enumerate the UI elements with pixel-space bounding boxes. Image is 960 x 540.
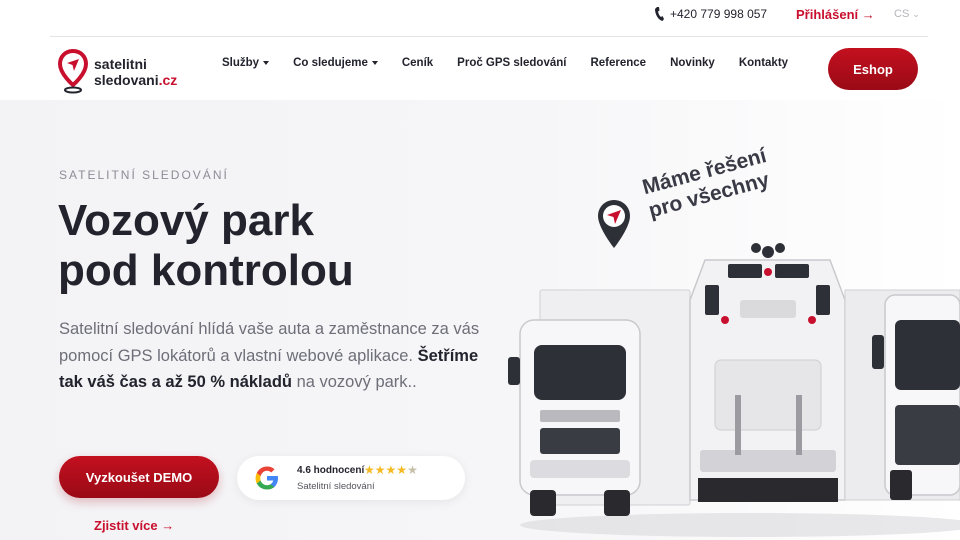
try-demo-button[interactable]: Vyzkoušet DEMO bbox=[59, 456, 219, 498]
hero-title-line1: Vozový park bbox=[58, 196, 314, 245]
login-link[interactable]: Přihlášení → bbox=[796, 7, 875, 22]
badge-pin-icon bbox=[598, 200, 630, 248]
nav-label: Služby bbox=[222, 57, 260, 69]
top-bar: +420 779 998 057 Přihlášení → CS ⌄ bbox=[0, 0, 960, 32]
star-icon: ★ bbox=[396, 463, 408, 477]
google-icon bbox=[255, 466, 278, 490]
google-rating-badge[interactable]: 4.6 hodnocení ★★★★★ Satelitní sledování bbox=[237, 456, 465, 500]
lead-text-2: na vozový park.. bbox=[291, 373, 417, 391]
rating-source: Satelitní sledování bbox=[297, 481, 375, 492]
rating-score: 4.6 hodnocení bbox=[297, 465, 365, 476]
language-label: CS bbox=[894, 8, 910, 20]
logo-tld: .cz bbox=[158, 72, 178, 88]
caret-down-icon bbox=[371, 61, 378, 65]
hero-section: SATELITNÍ SLEDOVÁNÍ Vozový park pod kont… bbox=[0, 100, 960, 540]
phone-link[interactable]: +420 779 998 057 bbox=[655, 7, 767, 21]
nav-item-cenik[interactable]: Ceník bbox=[402, 57, 433, 69]
hero-title-line2: pod kontrolou bbox=[58, 246, 354, 295]
logo-text: satelitni sledovani.cz bbox=[94, 56, 177, 88]
fleet-illustration bbox=[508, 243, 960, 537]
learn-more-link[interactable]: Zjistit více → bbox=[94, 518, 174, 533]
nav-label: Co sledujeme bbox=[293, 57, 368, 69]
hero-title: Vozový park pod kontrolou bbox=[58, 196, 478, 296]
chevron-down-icon: ⌄ bbox=[912, 9, 920, 19]
eshop-button[interactable]: Eshop bbox=[828, 48, 918, 90]
star-icon: ★ bbox=[364, 463, 375, 477]
star-half-icon: ★ bbox=[407, 463, 418, 477]
star-icon: ★ bbox=[374, 463, 386, 477]
logo-line1: satelitni bbox=[94, 56, 147, 72]
nav-item-proc-gps[interactable]: Proč GPS sledování bbox=[457, 57, 566, 69]
nav-item-reference[interactable]: Reference bbox=[590, 57, 646, 69]
phone-number: +420 779 998 057 bbox=[670, 7, 768, 21]
hero-eyebrow: SATELITNÍ SLEDOVÁNÍ bbox=[59, 168, 229, 182]
nav-item-sluzby[interactable]: Služby bbox=[222, 57, 270, 69]
main-nav: Služby Co sledujeme Ceník Proč GPS sledo… bbox=[222, 57, 812, 69]
nav-item-novinky[interactable]: Novinky bbox=[670, 57, 715, 69]
lead-text-1: Satelitní sledování hlídá vaše auta a za… bbox=[59, 320, 480, 365]
logo-line2: sledovani bbox=[94, 72, 159, 88]
site-logo[interactable]: satelitni sledovani.cz bbox=[58, 49, 177, 95]
nav-item-co-sledujeme[interactable]: Co sledujeme bbox=[293, 57, 378, 69]
language-selector[interactable]: CS ⌄ bbox=[894, 8, 920, 20]
nav-item-kontakty[interactable]: Kontakty bbox=[739, 57, 788, 69]
rating-stars: ★★★★★ bbox=[364, 463, 418, 477]
star-icon: ★ bbox=[385, 463, 397, 477]
phone-icon bbox=[655, 7, 664, 21]
caret-down-icon bbox=[263, 61, 270, 65]
hero-lead: Satelitní sledování hlídá vaše auta a za… bbox=[59, 316, 489, 396]
logo-pin-icon bbox=[58, 49, 88, 94]
main-header: satelitni sledovani.cz Služby Co sleduje… bbox=[0, 37, 960, 100]
